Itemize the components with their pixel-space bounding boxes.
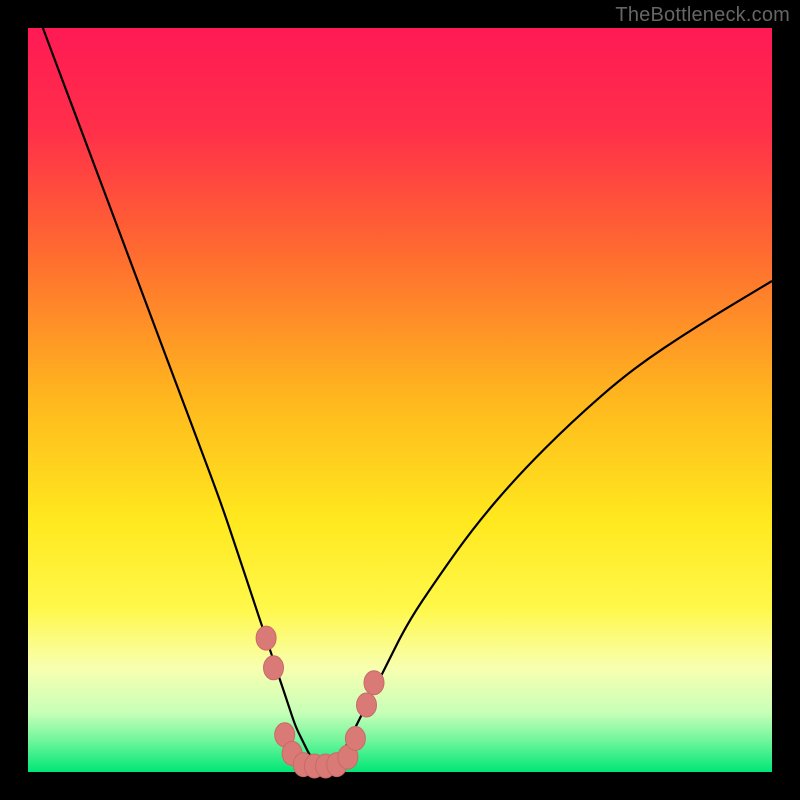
watermark-text: TheBottleneck.com [615, 4, 790, 27]
marker-layer [256, 626, 384, 778]
data-marker [364, 671, 384, 695]
chart-frame: TheBottleneck.com [0, 0, 800, 800]
data-marker [357, 693, 377, 717]
plot-area [28, 28, 772, 772]
bottleneck-curve [43, 28, 772, 765]
chart-svg [28, 28, 772, 772]
data-marker [264, 656, 284, 680]
data-marker [345, 727, 365, 751]
data-marker [256, 626, 276, 650]
